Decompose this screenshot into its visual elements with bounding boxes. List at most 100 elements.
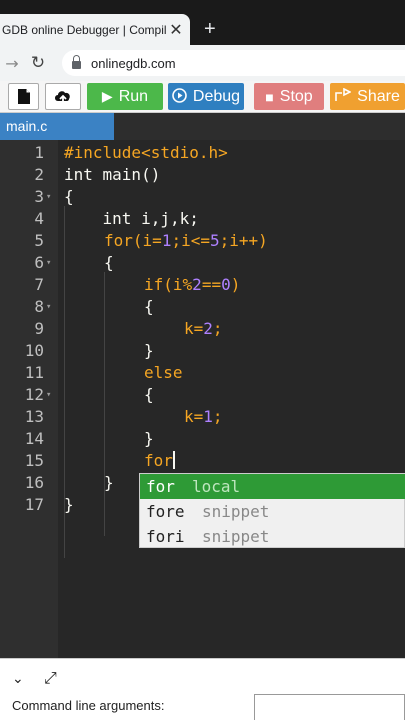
share-icon xyxy=(335,87,352,105)
line-number: 17 xyxy=(24,495,44,514)
fold-arrow-icon[interactable]: ▾ xyxy=(46,252,51,274)
new-file-icon xyxy=(17,89,30,104)
line-number: 16 xyxy=(24,473,44,492)
code-line: 8 ▾ { xyxy=(0,296,405,318)
autocomplete-meta: local xyxy=(192,477,241,496)
number-literal: 2 xyxy=(192,275,202,294)
run-button[interactable]: ▶ Run xyxy=(87,83,163,110)
code-line: 5 for(i=1;i<=5;i++) xyxy=(0,230,405,252)
lock-icon xyxy=(72,54,81,69)
code-line: 3 ▾ { xyxy=(0,186,405,208)
url-field[interactable]: onlinegdb.com xyxy=(62,50,405,76)
line-number: 9 xyxy=(34,319,44,338)
code-text: } xyxy=(144,429,154,448)
code-text: } xyxy=(64,495,74,514)
code-token: ;i<= xyxy=(171,231,210,250)
line-number: 12 xyxy=(24,385,44,404)
line-number: 7 xyxy=(34,275,44,294)
code-token: ; xyxy=(212,407,223,426)
keyword: for xyxy=(104,231,133,250)
number-literal: 2 xyxy=(203,319,213,338)
code-token: ; xyxy=(212,319,223,338)
fold-arrow-icon[interactable]: ▾ xyxy=(46,296,51,318)
ide-toolbar: ▶ Run Debug ■ Stop Share xyxy=(0,81,405,113)
code-line: 6 ▾ { xyxy=(0,252,405,274)
stop-label: Stop xyxy=(279,87,313,105)
autocomplete-meta: snippet xyxy=(202,502,270,521)
forward-icon[interactable]: → xyxy=(0,54,24,73)
line-number: 11 xyxy=(24,363,44,382)
file-tab-main-c[interactable]: main.c xyxy=(0,113,114,140)
keyword: for xyxy=(144,451,173,470)
play-icon: ▶ xyxy=(101,88,113,104)
file-tab-bar: main.c xyxy=(0,113,405,140)
reload-icon[interactable]: ↻ xyxy=(24,53,52,73)
fold-arrow-icon[interactable]: ▾ xyxy=(46,384,51,406)
code-line: 12 ▾ { xyxy=(0,384,405,406)
number-literal: 1 xyxy=(203,407,213,426)
autocomplete-item[interactable]: for local xyxy=(140,474,405,499)
autocomplete-popup: for local fore snippet fori snippet xyxy=(139,473,405,548)
code-token: ;i++) xyxy=(219,231,268,250)
chevron-down-icon[interactable]: ⌄ xyxy=(12,671,24,687)
line-number: 6 xyxy=(34,253,44,272)
code-token: k= xyxy=(184,319,204,338)
share-label: Share xyxy=(357,87,400,105)
autocomplete-item[interactable]: fori snippet xyxy=(140,524,405,549)
debug-button[interactable]: Debug xyxy=(168,83,244,110)
close-tab-icon[interactable]: ✕ xyxy=(166,20,186,39)
keyword: else xyxy=(144,363,183,382)
command-line-label: Command line arguments: xyxy=(12,698,165,713)
browser-tab[interactable]: GDB online Debugger | Compiler - Code, C… xyxy=(0,14,190,45)
run-label: Run xyxy=(118,87,149,105)
autocomplete-meta: snippet xyxy=(202,527,270,546)
autocomplete-word: fore xyxy=(146,502,185,521)
code-text: { xyxy=(144,385,154,404)
url-text: onlinegdb.com xyxy=(91,55,176,71)
code-text: { xyxy=(144,297,154,316)
code-line: 13 k=1; xyxy=(0,406,405,428)
code-editor[interactable]: 1 #include<stdio.h> 2 int main() 3 ▾ { 4… xyxy=(0,140,405,658)
fold-arrow-icon[interactable]: ▾ xyxy=(46,186,51,208)
address-bar: → ↻ onlinegdb.com xyxy=(0,45,405,81)
code-token: (i% xyxy=(163,275,193,294)
line-number: 2 xyxy=(34,165,44,184)
keyword: if xyxy=(144,275,164,294)
autocomplete-item[interactable]: fore snippet xyxy=(140,499,405,524)
line-number: 5 xyxy=(34,231,44,250)
text-cursor xyxy=(172,451,175,469)
command-line-input[interactable] xyxy=(254,694,405,720)
browser-tab-title: GDB online Debugger | Compiler - Code, C… xyxy=(2,22,166,37)
stop-button[interactable]: ■ Stop xyxy=(254,83,324,110)
line-number: 1 xyxy=(34,143,44,162)
line-number: 13 xyxy=(24,407,44,426)
stop-icon: ■ xyxy=(265,88,274,105)
code-text: { xyxy=(104,253,114,272)
number-literal: 5 xyxy=(209,231,220,250)
code-text: { xyxy=(64,187,74,206)
code-line: 10 } xyxy=(0,340,405,362)
new-tab-icon[interactable]: + xyxy=(204,18,216,41)
code-line: 14 } xyxy=(0,428,405,450)
code-line: 4 int i,j,k; xyxy=(0,208,405,230)
expand-icon[interactable]: ⤢ xyxy=(44,668,57,688)
number-literal: 1 xyxy=(161,231,172,250)
debug-label: Debug xyxy=(192,87,241,105)
new-file-button[interactable] xyxy=(8,83,39,110)
code-text: int i,j,k; xyxy=(64,209,199,228)
code-token: k= xyxy=(184,407,204,426)
code-token: (i= xyxy=(132,231,162,250)
browser-tab-strip: GDB online Debugger | Compiler - Code, C… xyxy=(0,0,405,45)
autocomplete-word: for xyxy=(146,477,175,496)
line-number: 3 xyxy=(34,187,44,206)
share-button[interactable]: Share xyxy=(330,83,405,110)
line-number: 10 xyxy=(24,341,44,360)
line-number: 8 xyxy=(34,297,44,316)
upload-button[interactable] xyxy=(45,83,81,110)
code-line: 1 #include<stdio.h> xyxy=(0,142,405,164)
bottom-panel: ⌄ ⤢ Command line arguments: xyxy=(0,658,405,720)
number-literal: 0 xyxy=(221,275,231,294)
code-text: } xyxy=(104,473,114,492)
debug-icon xyxy=(172,87,187,106)
code-text: } xyxy=(144,341,154,360)
